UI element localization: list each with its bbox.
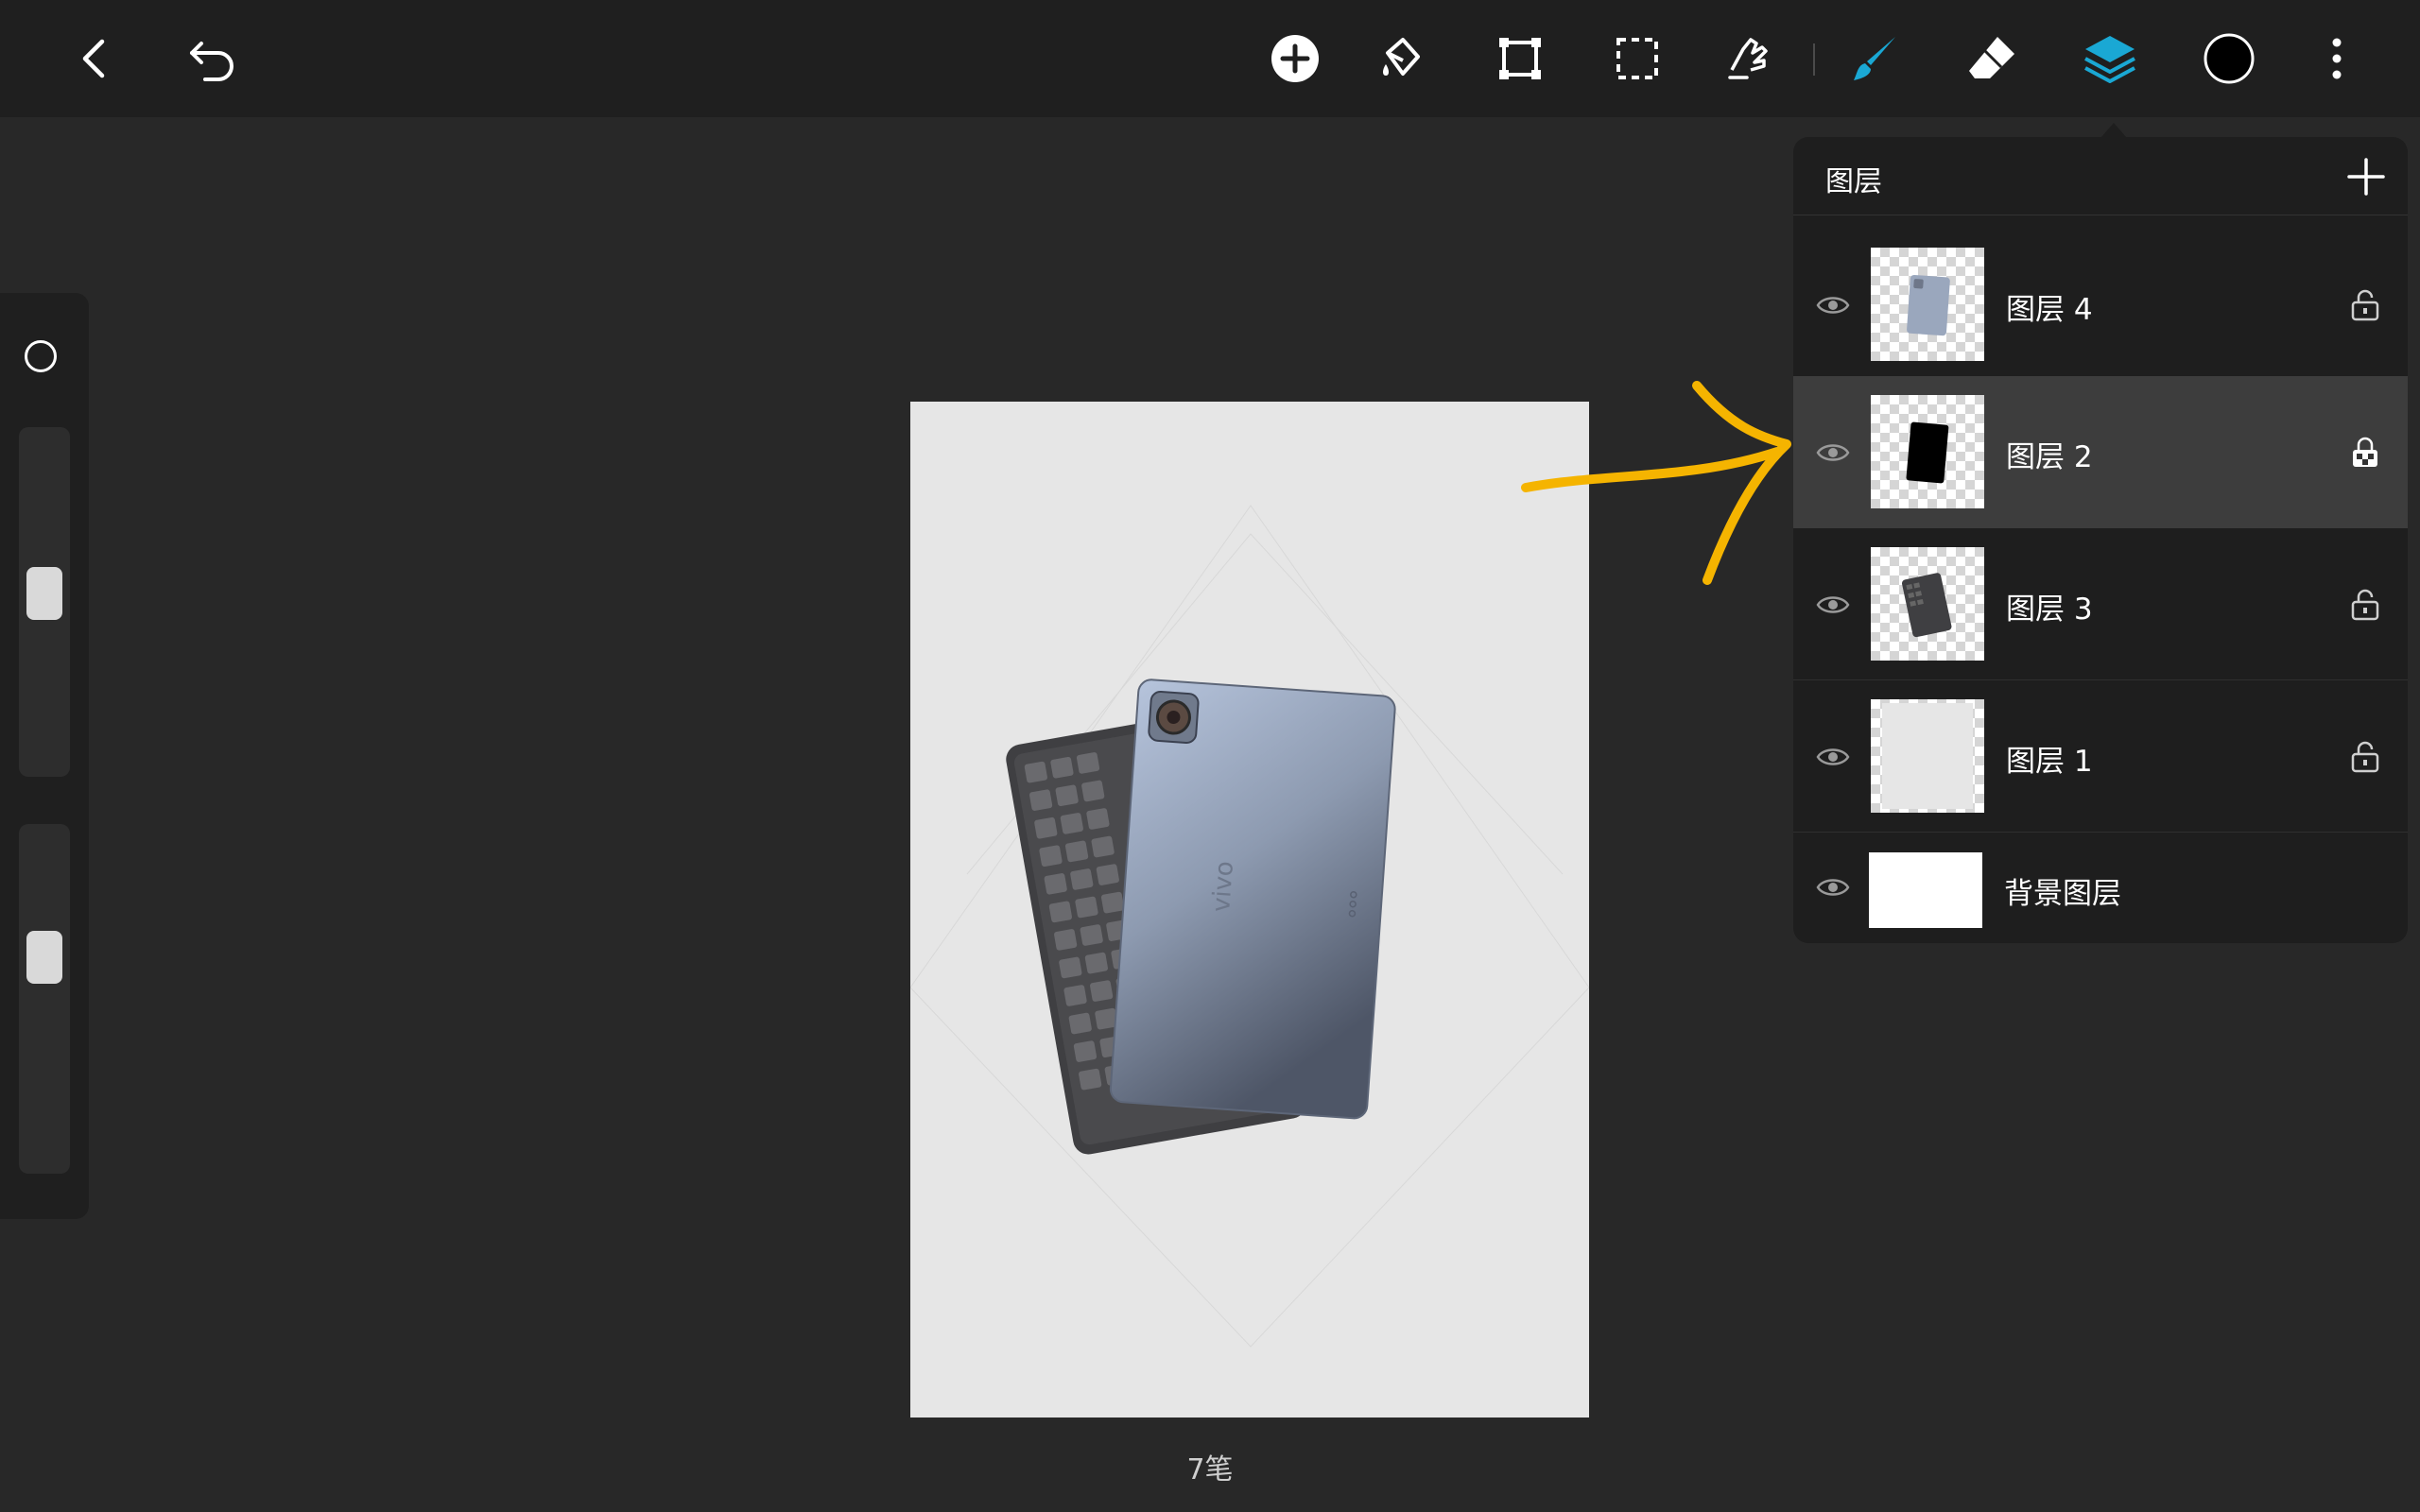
opacity-slider[interactable] — [19, 824, 70, 1174]
panel-title: 图层 — [1825, 165, 1882, 198]
layer-row[interactable]: 图层 4 — [1793, 229, 2408, 381]
layer-thumbnail — [1871, 248, 1984, 361]
background-layer-thumbnail — [1869, 852, 1982, 928]
brush-size-slider-handle[interactable] — [26, 567, 62, 621]
plus-icon — [2347, 158, 2385, 196]
layer-thumbnail — [1871, 547, 1984, 661]
add-layer-button[interactable] — [2340, 150, 2393, 203]
layer-name: 图层 1 — [2006, 745, 2093, 779]
eraser-icon[interactable] — [1955, 21, 2031, 96]
svg-text:vivo: vivo — [1207, 860, 1239, 913]
background-layer-row[interactable]: 背景图层 — [1793, 832, 2408, 943]
artwork-image: vivo — [910, 505, 1589, 1348]
layer-name: 图层 3 — [2006, 593, 2093, 627]
visibility-eye-icon[interactable] — [1816, 591, 1850, 619]
layer-row-selected[interactable]: 图层 2 — [1793, 376, 2408, 528]
stroke-count-label: 7笔 — [1186, 1453, 1234, 1486]
unlock-icon[interactable] — [2349, 589, 2381, 621]
transform-icon[interactable] — [1482, 21, 1558, 96]
layer-row[interactable]: 图层 3 — [1793, 528, 2408, 680]
add-icon[interactable] — [1257, 21, 1333, 96]
visibility-eye-icon[interactable] — [1816, 743, 1850, 771]
layers-panel: 图层 图层 4 图层 2 图层 3 图层 1 背景图层 — [1793, 137, 2408, 943]
smudge-icon[interactable] — [1711, 21, 1787, 96]
left-tool-rail — [0, 293, 89, 1219]
unlock-icon[interactable] — [2349, 289, 2381, 321]
back-icon[interactable] — [57, 21, 132, 96]
visibility-eye-icon[interactable] — [1816, 291, 1850, 319]
eyedropper-circle-icon[interactable] — [25, 340, 57, 372]
more-icon[interactable] — [2299, 21, 2375, 96]
canvas-artboard[interactable]: vivo — [910, 402, 1589, 1418]
opacity-slider-handle[interactable] — [26, 930, 62, 984]
selection-icon[interactable] — [1599, 21, 1675, 96]
visibility-eye-icon[interactable] — [1816, 873, 1850, 902]
layer-thumbnail — [1871, 395, 1984, 508]
layer-thumbnail — [1871, 699, 1984, 813]
layer-row[interactable]: 图层 1 — [1793, 680, 2408, 833]
top-toolbar — [0, 0, 2420, 117]
layers-icon[interactable] — [2072, 21, 2148, 96]
alpha-lock-icon[interactable] — [2349, 437, 2381, 469]
fill-bucket-icon[interactable] — [1363, 21, 1439, 96]
undo-icon[interactable] — [175, 21, 251, 96]
color-picker-icon[interactable] — [2191, 21, 2267, 96]
unlock-icon[interactable] — [2349, 741, 2381, 773]
panel-pointer — [2100, 123, 2127, 138]
layer-name: 图层 2 — [2006, 440, 2093, 474]
background-layer-name: 背景图层 — [2004, 877, 2121, 911]
toolbar-divider — [1813, 43, 1815, 76]
brush-icon[interactable] — [1838, 21, 1913, 96]
layer-name: 图层 4 — [2006, 293, 2093, 327]
visibility-eye-icon[interactable] — [1816, 438, 1850, 467]
tablet-image: vivo — [1109, 679, 1396, 1120]
brush-size-slider[interactable] — [19, 427, 70, 777]
